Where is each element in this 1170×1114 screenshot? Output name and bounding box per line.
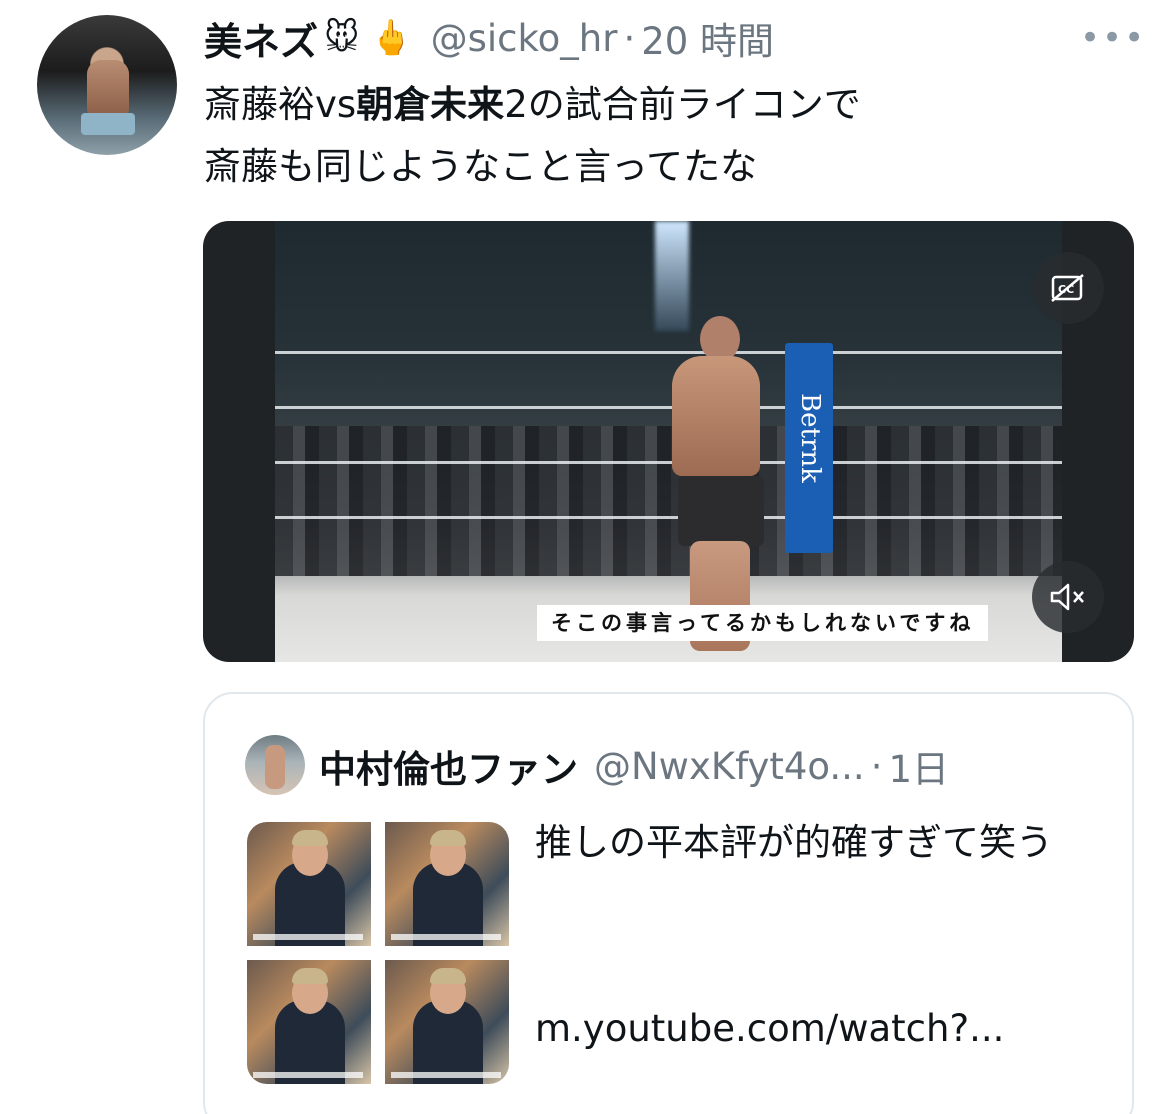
tweet-header: 美ネズ 🐭 🖕 @sicko_hr · 20 時間 [204,10,774,66]
separator-dot: · [870,744,883,788]
media-thumbnail[interactable] [385,960,509,1084]
fighter [670,316,764,651]
quoted-author-handle[interactable]: @NwxKfyt4o... [594,745,865,788]
media-thumbnail[interactable] [385,822,509,946]
media-thumbnail[interactable] [247,960,371,1084]
sponsor-banner: Betrnk [785,343,833,553]
video-frame[interactable]: Betrnk そこの事言ってるかもしれないですね [275,221,1062,662]
author-emoji: 🐭 🖕 [324,18,413,58]
quoted-tweet[interactable]: 中村倫也ファン @NwxKfyt4o... · 1日 推しの平本評が的確すぎて笑… [203,692,1134,1114]
quoted-tweet-header: 中村倫也ファン @NwxKfyt4o... · 1日 [319,738,949,794]
author-handle[interactable]: @sicko_hr [431,17,618,60]
author-name[interactable]: 美ネズ [204,11,318,66]
more-options-icon[interactable]: ••• [1080,18,1146,58]
captions-off-icon[interactable]: CC [1032,252,1104,324]
quoted-tweet-text: 推しの平本評が的確すぎて笑う [535,821,1053,864]
media-thumbnail[interactable] [247,822,371,946]
tweet-text: 斎藤裕vs朝倉未来2の試合前ライコンで 斎藤も同じようなこと言ってたな [204,74,861,198]
separator-dot: · [623,16,636,60]
author-avatar[interactable] [37,15,177,155]
speaker-muted-icon[interactable] [1032,561,1104,633]
tweet-timestamp[interactable]: 20 時間 [641,11,774,65]
quoted-author-avatar[interactable] [245,735,305,795]
quoted-tweet-link[interactable]: m.youtube.com/watch?... [535,998,1004,1060]
video-subtitle: そこの事言ってるかもしれないですね [537,605,989,641]
quoted-author-name[interactable]: 中村倫也ファン [319,739,578,793]
quoted-tweet-timestamp[interactable]: 1日 [888,739,949,793]
tweet-text-line1: 斎藤裕vs朝倉未来2の試合前ライコンで [204,83,861,126]
quoted-media-grid[interactable] [247,822,509,1084]
tweet-text-line2: 斎藤も同じようなこと言ってたな [204,145,758,188]
video-player[interactable]: Betrnk そこの事言ってるかもしれないですね CC [203,221,1134,662]
